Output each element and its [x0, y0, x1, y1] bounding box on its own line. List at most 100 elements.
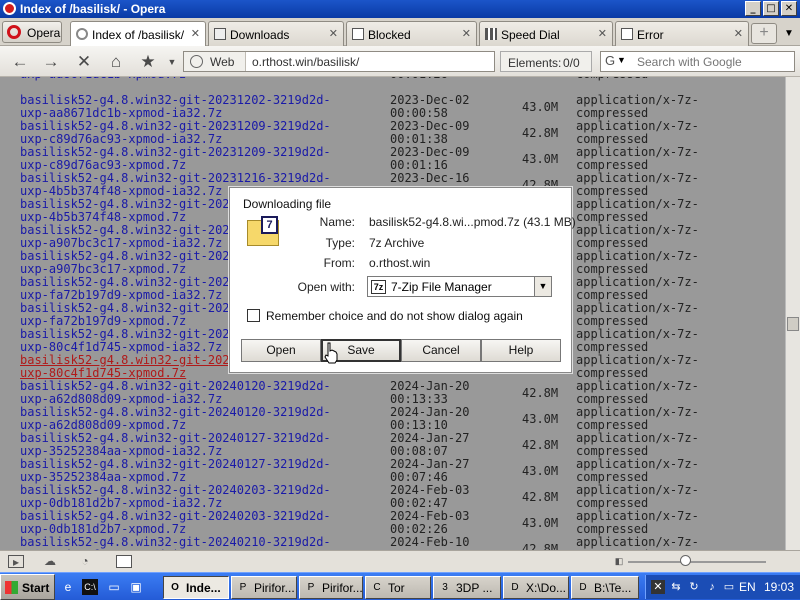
file-size: 43.0M — [522, 464, 559, 478]
tab-error[interactable]: Error ✕ — [615, 21, 749, 46]
system-tray: ✕ ⇆ ↻ ♪ ▭ EN 19:03 — [645, 575, 800, 599]
file-date: 2024-Feb-03 00:02:47 — [390, 483, 470, 510]
file-link[interactable]: basilisk52-g4.8.win32-git-20240127-3219d… — [20, 432, 331, 458]
language-indicator[interactable]: EN — [739, 580, 756, 594]
file-date: 2023-Dec-09 00:01:16 — [390, 145, 470, 172]
tray-app-icon[interactable]: ✕ — [651, 580, 665, 594]
tray-network-icon[interactable]: ⇆ — [669, 580, 683, 594]
file-link[interactable]: basilisk52-g4.8.win32-git-20240203-3219d… — [20, 484, 331, 510]
quicklaunch-cmd-icon[interactable]: C:\ — [82, 579, 98, 595]
file-link[interactable]: basilisk52-g4.8.win32-git-20231209-3219d… — [20, 120, 331, 146]
tab-close-icon[interactable]: ✕ — [191, 27, 200, 40]
search-engine-icon[interactable]: G — [605, 53, 615, 68]
bookmark-dropdown-icon[interactable]: ▼ — [160, 51, 184, 73]
window-icon[interactable] — [116, 555, 132, 568]
zoom-slider[interactable] — [628, 555, 766, 566]
elements-label: Elements: — [508, 56, 562, 70]
quicklaunch-folder-icon[interactable]: ▭ — [106, 579, 122, 595]
file-row: basilisk52-g4.8.win32-git-20240120-3219d… — [0, 380, 785, 406]
tab-label: Blocked — [368, 28, 411, 42]
remember-choice-checkbox[interactable] — [247, 309, 260, 322]
tab-close-icon[interactable]: ✕ — [462, 27, 471, 40]
taskbar-button[interactable]: 3 3DP ... — [433, 576, 501, 599]
new-tab-button[interactable]: + — [751, 23, 777, 44]
forward-button[interactable]: → — [39, 51, 63, 73]
file-type-value: 7z Archive — [369, 236, 425, 250]
tray-volume-icon[interactable]: ♪ — [705, 580, 719, 594]
home-button[interactable]: ⌂ — [104, 51, 128, 73]
remember-choice-label[interactable]: Remember choice and do not show dialog a… — [266, 309, 523, 323]
quicklaunch-ie-icon[interactable]: e — [60, 579, 76, 595]
zoom-icon[interactable]: ◧ — [611, 555, 627, 568]
opera-menu-button[interactable]: Opera — [2, 21, 62, 43]
file-link[interactable]: basilisk52-g4.8.win32-git-20231209-3219d… — [20, 146, 331, 172]
scrollbar-thumb[interactable] — [787, 317, 799, 331]
file-mime: application/x-7z-compressed — [576, 327, 699, 354]
speed-icon[interactable]: ◔ — [77, 555, 93, 568]
tab-close-icon[interactable]: ✕ — [329, 27, 338, 40]
taskbar-button[interactable]: C Tor — [365, 576, 431, 599]
tab-menu-chevron-icon[interactable]: ▼ — [781, 23, 797, 44]
tray-sync-icon[interactable]: ↻ — [687, 580, 701, 594]
tab-close-icon[interactable]: ✕ — [734, 27, 743, 40]
downloads-icon — [214, 28, 226, 40]
help-button[interactable]: Help — [481, 339, 561, 362]
file-link[interactable]: basilisk52-g4.8.win32-git-20240127-3219d… — [20, 458, 331, 484]
quicklaunch-desktop-icon[interactable]: ▣ — [128, 579, 144, 595]
file-size: 42.8M — [522, 542, 559, 551]
cloud-icon[interactable]: ☁ — [42, 555, 58, 568]
minimize-button[interactable]: _ — [745, 1, 761, 16]
taskbar-button-label: Pirifor... — [254, 581, 295, 595]
start-button[interactable]: Start — [0, 574, 55, 600]
open-with-select[interactable]: 7z 7-Zip File Manager ▼ — [367, 276, 552, 297]
tab-blocked[interactable]: Blocked ✕ — [346, 21, 477, 46]
file-link[interactable]: basilisk52-g4.8.win32-git-20240120-3219d… — [20, 406, 331, 432]
vertical-scrollbar[interactable] — [785, 77, 800, 550]
file-row: basilisk52-g4.8.win32-git-20240203-3219d… — [0, 484, 785, 510]
address-bar[interactable]: Web o.rthost.win/basilisk/ — [183, 51, 495, 72]
search-input[interactable] — [637, 54, 787, 69]
zoom-slider-knob[interactable] — [680, 555, 691, 566]
taskbar-button[interactable]: O Inde... — [163, 576, 229, 599]
file-link[interactable]: uxp-aa8671dc1b-xpmod.7z — [20, 77, 186, 81]
search-box[interactable]: G ▼ — [600, 51, 795, 72]
file-link[interactable]: basilisk52-g4.8.win32-git-20240210-3219d… — [20, 536, 331, 551]
cancel-button[interactable]: Cancel — [401, 339, 481, 362]
file-date: 2024-Jan-20 00:13:33 — [390, 379, 470, 406]
elements-value: 0/0 — [563, 56, 580, 70]
tab-index-basilisk[interactable]: Index of /basilisk/ ✕ — [70, 21, 206, 47]
back-button[interactable]: ← — [8, 51, 32, 73]
url-text[interactable]: o.rthost.win/basilisk/ — [252, 55, 359, 69]
panel-toggle-icon[interactable]: ▸ — [8, 555, 24, 569]
name-label: Name: — [319, 215, 355, 229]
dropdown-arrow-icon[interactable]: ▼ — [534, 277, 551, 296]
open-button[interactable]: Open — [241, 339, 321, 362]
bookmark-star-icon[interactable]: ★ — [136, 51, 160, 73]
file-source-value: o.rthost.win — [369, 256, 431, 270]
file-link[interactable]: basilisk52-g4.8.win32-git-20231202-3219d… — [20, 94, 331, 120]
file-link[interactable]: basilisk52-g4.8.win32-git-20240120-3219d… — [20, 380, 331, 406]
file-mime: application/x-7z-compressed — [576, 145, 699, 172]
close-window-button[interactable]: ✕ — [781, 1, 797, 16]
file-size: 43.0M — [522, 516, 559, 530]
web-badge[interactable]: Web — [184, 52, 246, 71]
maximize-button[interactable]: □ — [763, 1, 779, 16]
tab-speed-dial[interactable]: Speed Dial ✕ — [479, 21, 613, 46]
tray-display-icon[interactable]: ▭ — [722, 580, 736, 594]
loading-icon — [76, 28, 88, 40]
stop-button[interactable]: ✕ — [72, 51, 96, 73]
tab-bar: Opera Index of /basilisk/ ✕ Downloads ✕ … — [0, 18, 800, 47]
taskbar-button[interactable]: D X:\Do... — [503, 576, 569, 599]
taskbar-button-label: Tor — [388, 581, 405, 595]
clock[interactable]: 19:03 — [764, 580, 794, 594]
search-engine-dropdown-icon[interactable]: ▼ — [617, 55, 626, 65]
taskbar-button[interactable]: D B:\Te... — [571, 576, 639, 599]
file-date: 2024-Jan-27 00:08:07 — [390, 431, 470, 458]
taskbar-button[interactable]: P Pirifor... — [231, 576, 297, 599]
tab-close-icon[interactable]: ✕ — [598, 27, 607, 40]
tab-downloads[interactable]: Downloads ✕ — [208, 21, 344, 46]
file-link[interactable]: basilisk52-g4.8.win32-git-20240203-3219d… — [20, 510, 331, 536]
taskbar-button[interactable]: P Pirifor... — [299, 576, 363, 599]
file-mime: application/x-7z-compressed — [576, 223, 699, 250]
file-row: basilisk52-g4.8.win32-git-20240120-3219d… — [0, 406, 785, 432]
